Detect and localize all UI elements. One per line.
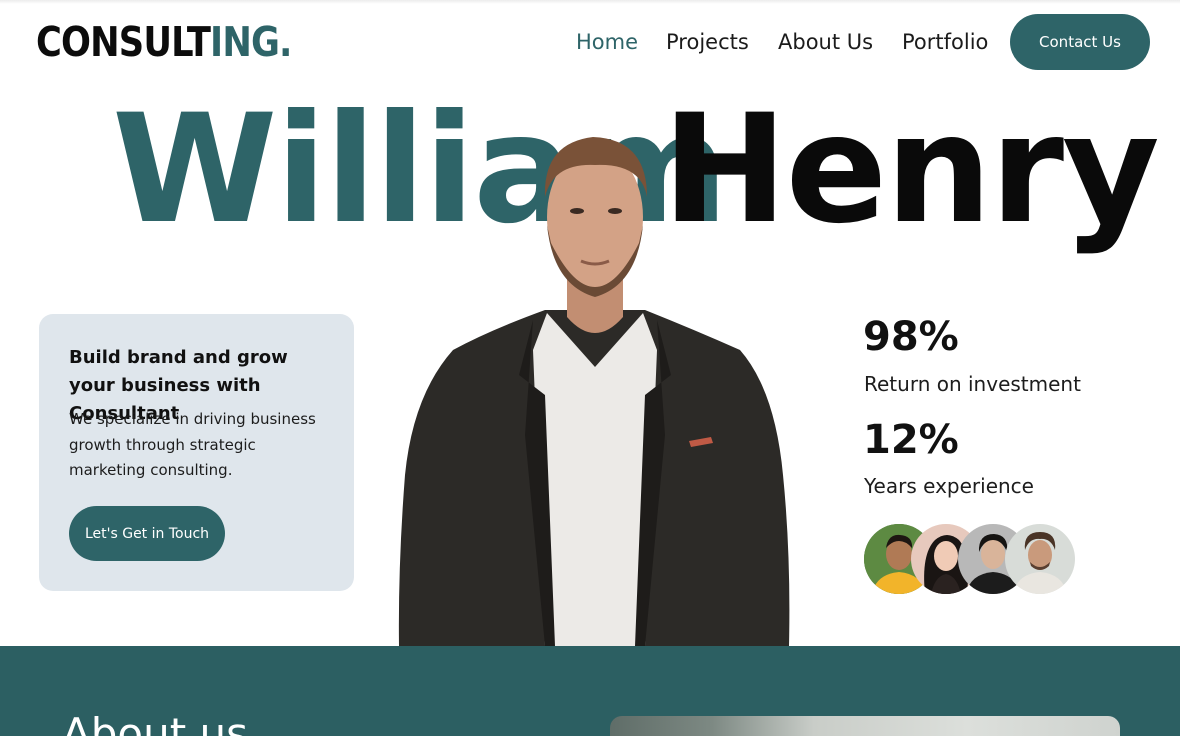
stat-experience-label: Years experience — [864, 474, 1034, 498]
avatar — [1005, 524, 1075, 594]
card-description: We specialize in driving business growth… — [69, 410, 316, 479]
logo-text-accent: ING. — [210, 18, 292, 66]
header-top-shadow — [0, 0, 1180, 4]
stat-experience-value: 12% — [863, 417, 959, 463]
logo-text-primary: CONSULT — [36, 18, 211, 66]
intro-card: Build brand and grow your business with … — [39, 314, 354, 591]
contact-us-button[interactable]: Contact Us — [1010, 14, 1150, 70]
client-avatars — [864, 524, 1084, 594]
nav-home[interactable]: Home — [576, 28, 638, 56]
stat-roi-value: 98% — [863, 314, 959, 360]
get-in-touch-button[interactable]: Let's Get in Touch — [69, 506, 225, 561]
nav-projects[interactable]: Projects — [666, 28, 749, 56]
portrait-image — [398, 137, 790, 646]
nav-about-us[interactable]: About Us — [778, 28, 873, 56]
about-image — [610, 716, 1120, 736]
nav-portfolio[interactable]: Portfolio — [902, 28, 988, 56]
about-section: About us — [0, 646, 1180, 736]
about-title: About us — [62, 709, 249, 736]
logo[interactable]: CONSULTING. — [36, 18, 292, 66]
stat-roi-label: Return on investment — [864, 372, 1081, 396]
